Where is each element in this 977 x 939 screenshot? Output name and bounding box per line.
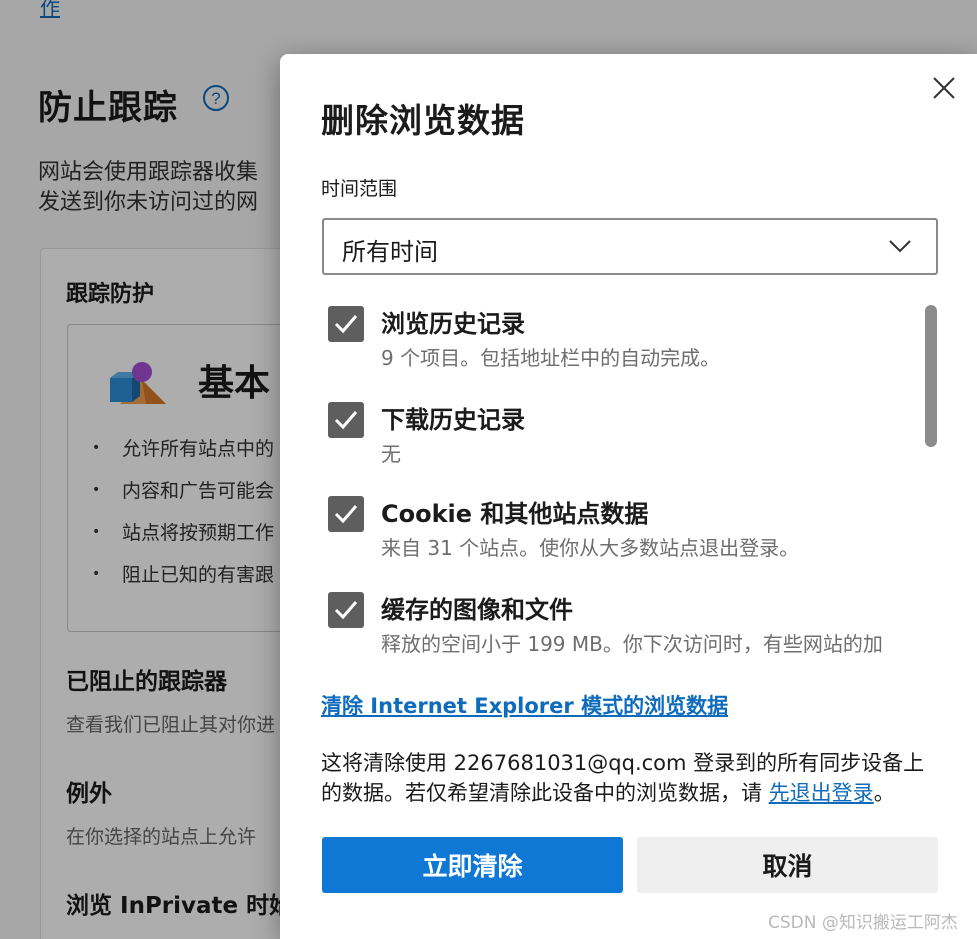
- cookies-checkbox[interactable]: [328, 496, 364, 532]
- item-label: Cookie 和其他站点数据: [381, 500, 649, 528]
- watermark: CSDN @知识搬运工阿杰: [768, 913, 958, 933]
- browsing-history-checkbox[interactable]: [328, 306, 364, 342]
- sign-out-link[interactable]: 先退出登录: [769, 781, 874, 805]
- clear-ie-mode-data-link[interactable]: 清除 Internet Explorer 模式的浏览数据: [321, 690, 728, 720]
- clear-browsing-data-dialog: 删除浏览数据 时间范围 所有时间 浏览历史记录 9 个项目。包括地址栏中的自动完…: [280, 54, 977, 939]
- dialog-title: 删除浏览数据: [321, 101, 525, 140]
- time-range-select[interactable]: 所有时间: [322, 218, 938, 275]
- list-scrollbar[interactable]: [925, 305, 937, 447]
- time-range-label: 时间范围: [321, 178, 398, 200]
- sync-note-suffix: 。: [873, 781, 895, 805]
- item-desc: 9 个项目。包括地址栏中的自动完成。: [381, 346, 721, 370]
- close-icon[interactable]: [928, 72, 960, 104]
- checkmark-icon: [334, 505, 358, 524]
- checkmark-icon: [334, 315, 358, 334]
- checkmark-icon: [334, 601, 358, 620]
- item-desc: 无: [381, 442, 401, 466]
- sync-note: 这将清除使用 2267681031@qq.com 登录到的所有同步设备上的数据。…: [321, 748, 941, 808]
- item-label: 缓存的图像和文件: [381, 596, 573, 624]
- item-label: 浏览历史记录: [381, 310, 525, 338]
- cancel-button[interactable]: 取消: [637, 837, 938, 893]
- checkmark-icon: [334, 411, 358, 430]
- download-history-checkbox[interactable]: [328, 402, 364, 438]
- item-desc: 来自 31 个站点。使你从大多数站点退出登录。: [381, 536, 800, 560]
- chevron-down-icon: [889, 240, 911, 253]
- item-label: 下载历史记录: [381, 406, 525, 434]
- cached-files-checkbox[interactable]: [328, 592, 364, 628]
- time-range-value: 所有时间: [342, 238, 438, 266]
- data-type-list: 浏览历史记录 9 个项目。包括地址栏中的自动完成。 下载历史记录 无 Cooki…: [328, 302, 888, 662]
- clear-now-button[interactable]: 立即清除: [322, 837, 623, 893]
- item-desc: 释放的空间小于 199 MB。你下次访问时，有些网站的加: [381, 632, 883, 656]
